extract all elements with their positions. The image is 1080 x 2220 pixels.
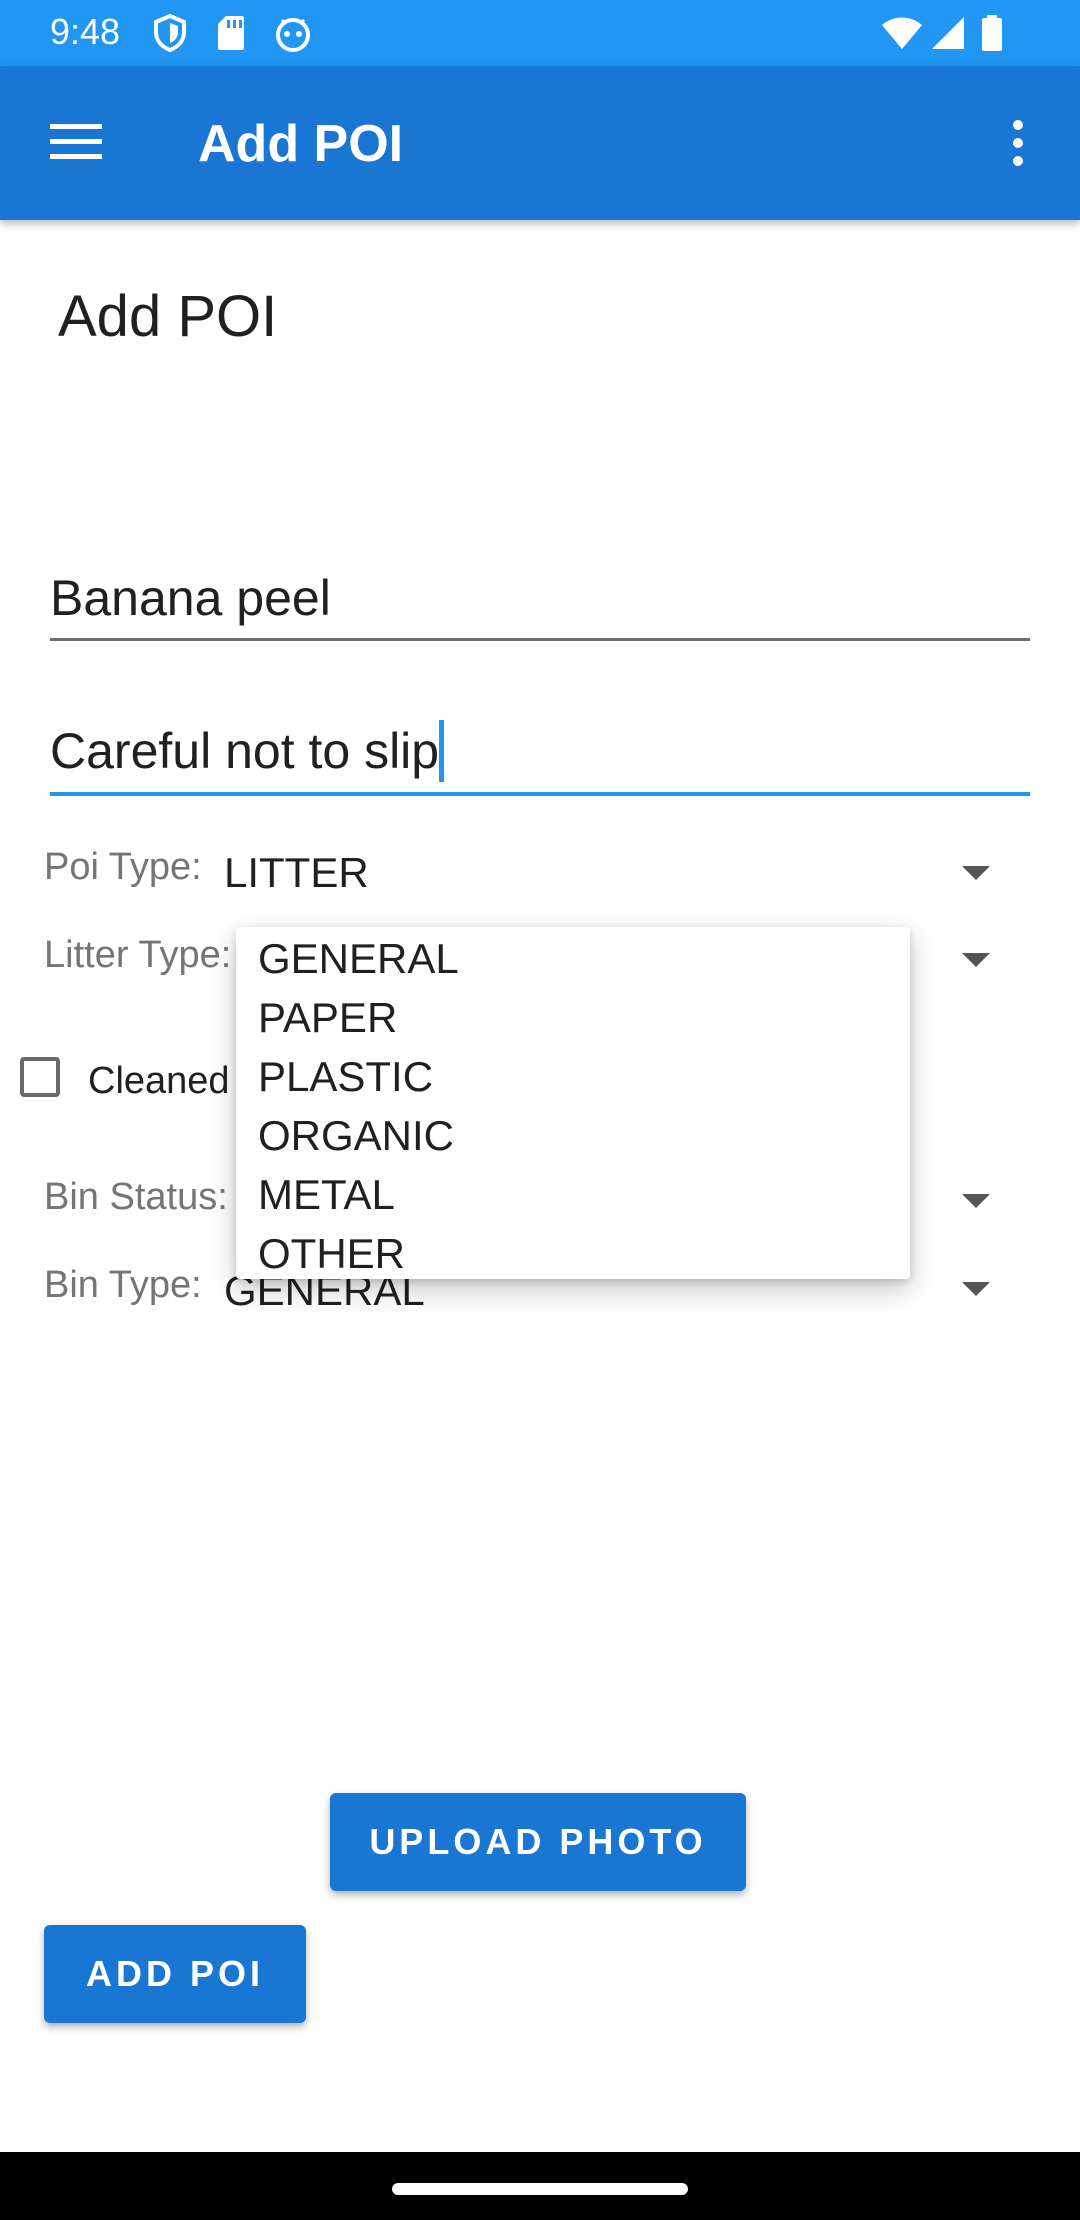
description-field-value: Careful not to slip — [50, 720, 445, 782]
more-vert-icon[interactable] — [1006, 118, 1030, 168]
name-field[interactable]: Banana peel — [0, 560, 1080, 644]
dropdown-option-other[interactable]: OTHER — [258, 1229, 405, 1279]
dropdown-option-metal[interactable]: METAL — [258, 1170, 395, 1220]
battery-icon — [982, 15, 1002, 51]
litter-type-dropdown-menu: GENERAL PAPER PLASTIC ORGANIC METAL OTHE… — [236, 927, 910, 1279]
bin-status-dropdown-arrow-icon[interactable] — [962, 1194, 990, 1208]
poi-type-dropdown-arrow-icon[interactable] — [962, 866, 990, 880]
cleaned-checkbox[interactable] — [20, 1057, 60, 1097]
sd-card-icon — [218, 16, 244, 50]
android-debug-icon — [276, 18, 310, 52]
description-field[interactable]: Careful not to slip — [0, 712, 1080, 798]
status-time: 9:48 — [50, 11, 121, 52]
dropdown-option-general[interactable]: GENERAL — [258, 934, 459, 984]
text-cursor — [439, 720, 445, 782]
app-title: Add POI — [198, 115, 404, 173]
description-field-underline — [50, 792, 1030, 796]
app-bar — [0, 66, 1080, 220]
status-bar: 9:48 — [0, 0, 1080, 66]
bin-status-label: Bin Status: — [44, 1176, 228, 1218]
home-gesture-handle[interactable] — [392, 2183, 688, 2195]
name-field-value: Banana peel — [50, 570, 331, 626]
bin-type-label: Bin Type: — [44, 1264, 202, 1306]
bin-type-dropdown-arrow-icon[interactable] — [962, 1282, 990, 1296]
name-field-underline — [50, 638, 1030, 641]
poi-type-value[interactable]: LITTER — [224, 848, 369, 898]
litter-type-dropdown-arrow-icon[interactable] — [962, 953, 990, 967]
dropdown-option-organic[interactable]: ORGANIC — [258, 1111, 454, 1161]
dropdown-option-plastic[interactable]: PLASTIC — [258, 1052, 433, 1102]
add-poi-button[interactable]: ADD POI — [44, 1925, 306, 2023]
shield-icon — [154, 14, 186, 52]
wifi-icon — [882, 17, 922, 49]
poi-type-label: Poi Type: — [44, 846, 202, 888]
cell-signal-icon — [932, 17, 964, 49]
page-heading: Add POI — [58, 284, 278, 349]
hamburger-menu-icon[interactable] — [48, 120, 104, 164]
litter-type-label: Litter Type: — [44, 934, 232, 976]
upload-photo-button[interactable]: UPLOAD PHOTO — [330, 1793, 746, 1891]
dropdown-option-paper[interactable]: PAPER — [258, 993, 397, 1043]
cleaned-label[interactable]: Cleaned — [88, 1058, 230, 1104]
